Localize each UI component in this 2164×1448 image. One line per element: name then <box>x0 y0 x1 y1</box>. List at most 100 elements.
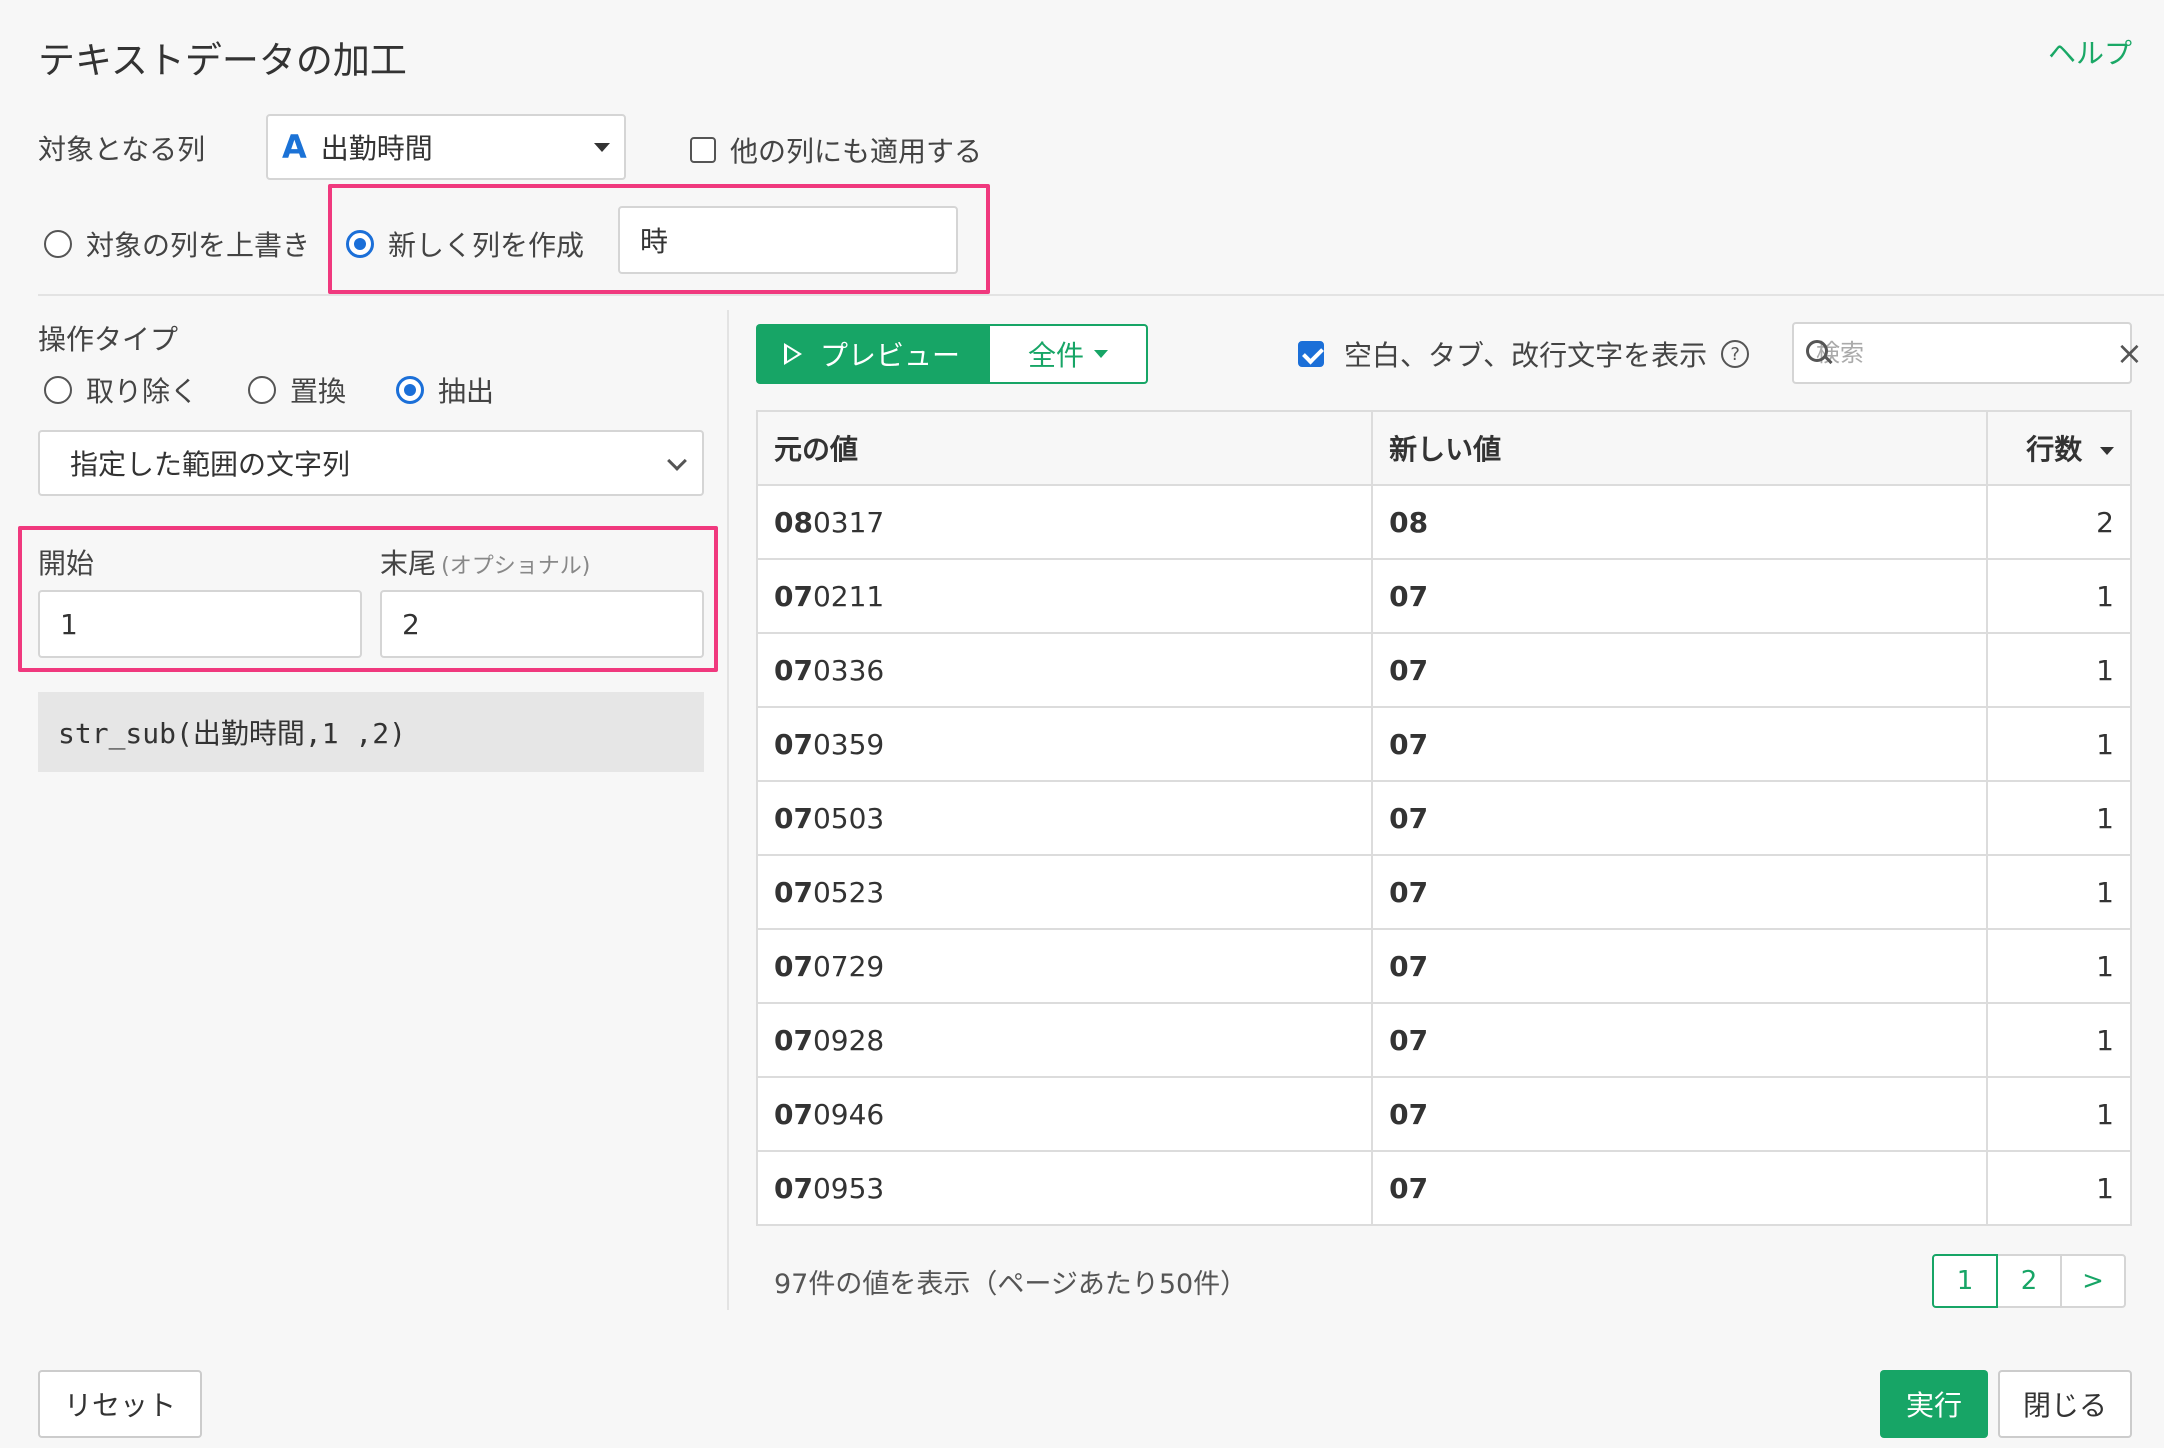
original-value-cell: 070211 <box>755 558 1374 634</box>
new-value-cell: 08 <box>1371 484 1989 560</box>
search-box: × <box>1792 322 2143 384</box>
clear-icon[interactable]: × <box>2116 337 2143 369</box>
page-button-1[interactable]: 1 <box>1932 1254 1998 1308</box>
table-row: 070503 07 1 <box>755 780 2132 856</box>
table-row: 070523 07 1 <box>755 854 2132 930</box>
caret-down-icon <box>1094 350 1108 358</box>
table-row: 080317 08 2 <box>755 484 2132 560</box>
original-value-matched: 07 <box>774 1171 813 1205</box>
operation-replace-label: 置換 <box>290 375 347 408</box>
operation-remove-label: 取り除く <box>86 375 199 408</box>
original-value-cell: 070729 <box>755 928 1374 1004</box>
count-cell: 1 <box>1986 1150 2132 1226</box>
operation-remove-radio[interactable] <box>44 376 72 404</box>
original-value-rest: 0729 <box>812 949 885 983</box>
original-value-matched: 07 <box>774 653 813 687</box>
extract-method-select[interactable]: 指定した範囲の文字列 <box>38 430 704 496</box>
count-cell: 1 <box>1986 632 2132 708</box>
original-value-rest: 0928 <box>812 1023 885 1057</box>
count-cell: 1 <box>1986 558 2132 634</box>
create-column-option[interactable]: 新しく列を作成 <box>346 224 584 264</box>
operation-remove[interactable]: 取り除く <box>44 370 198 410</box>
reset-button[interactable]: リセット <box>38 1370 202 1438</box>
operation-extract-label: 抽出 <box>438 375 495 408</box>
end-label: 末尾 <box>380 547 437 580</box>
formula-display: str_sub(出勤時間,1 ,2) <box>38 692 704 772</box>
new-value-cell: 07 <box>1371 928 1989 1004</box>
page-next-button[interactable]: > <box>2060 1254 2126 1308</box>
operation-type-group: 取り除く 置換 抽出 <box>44 370 494 410</box>
close-button[interactable]: 閉じる <box>1998 1370 2132 1438</box>
original-value-matched: 07 <box>774 579 813 613</box>
dialog-title: テキストデータの加工 <box>38 39 407 82</box>
preview-table: 元の値 新しい値 行数 080317 08 2 070211 07 1 070336 07 1 0… <box>755 410 2132 1226</box>
table-row: 070946 07 1 <box>755 1076 2132 1152</box>
divider-vertical <box>727 310 729 1310</box>
operation-replace[interactable]: 置換 <box>248 370 346 410</box>
question-icon[interactable]: ? <box>1721 340 1750 368</box>
run-button[interactable]: 実行 <box>1880 1370 1988 1438</box>
overwrite-label: 対象の列を上書き <box>86 229 311 262</box>
target-column-select[interactable]: A 出勤時間 <box>266 114 626 180</box>
original-value-matched: 07 <box>774 801 813 835</box>
target-column-label: 対象となる列 <box>38 133 206 166</box>
show-whitespace-label: 空白、タブ、改行文字を表示 <box>1344 339 1708 372</box>
scope-dropdown-button[interactable]: 全件 <box>988 324 1148 384</box>
preview-button-label: プレビュー <box>819 339 960 372</box>
operation-extract-radio[interactable] <box>396 376 425 404</box>
new-value-cell: 07 <box>1371 1076 1989 1152</box>
overwrite-option[interactable]: 対象の列を上書き <box>44 224 310 264</box>
overwrite-radio[interactable] <box>44 230 72 258</box>
preview-button[interactable]: プレビュー <box>756 324 988 384</box>
apply-other-checkbox[interactable] <box>690 137 716 163</box>
table-row: 070359 07 1 <box>755 706 2132 782</box>
count-cell: 1 <box>1986 780 2132 856</box>
help-link[interactable]: ヘルプ <box>2048 32 2132 72</box>
operation-extract[interactable]: 抽出 <box>396 370 494 410</box>
original-value-rest: 0359 <box>812 727 885 761</box>
table-row: 070211 07 1 <box>755 558 2132 634</box>
column-header-new: 新しい値 <box>1371 410 1989 486</box>
page-button-2[interactable]: 2 <box>1996 1254 2062 1308</box>
table-row: 070336 07 1 <box>755 632 2132 708</box>
original-value-rest: 0523 <box>812 875 885 909</box>
start-label: 開始 <box>38 547 95 580</box>
apply-other-columns[interactable]: 他の列にも適用する <box>690 130 982 170</box>
count-cell: 1 <box>1986 854 2132 930</box>
original-value-matched: 07 <box>774 875 813 909</box>
show-whitespace-checkbox[interactable] <box>1298 341 1324 367</box>
operation-type-label: 操作タイプ <box>38 323 179 356</box>
end-input[interactable]: 2 <box>380 590 704 658</box>
create-column-radio[interactable] <box>346 230 374 258</box>
new-value-cell: 07 <box>1371 706 1989 782</box>
new-value-cell: 07 <box>1371 1002 1989 1078</box>
target-column-value: 出勤時間 <box>320 132 433 165</box>
count-cell: 1 <box>1986 1076 2132 1152</box>
count-cell: 1 <box>1986 1002 2132 1078</box>
original-value-cell: 080317 <box>755 484 1374 560</box>
start-input[interactable]: 1 <box>38 590 362 658</box>
show-whitespace-option[interactable]: 空白、タブ、改行文字を表示 ? <box>1298 334 1750 374</box>
original-value-matched: 07 <box>774 1097 813 1131</box>
original-value-matched: 07 <box>774 727 813 761</box>
operation-replace-radio[interactable] <box>248 376 277 404</box>
new-value-cell: 07 <box>1371 558 1989 634</box>
scope-button-label: 全件 <box>1027 339 1084 372</box>
create-column-label: 新しく列を作成 <box>388 229 585 262</box>
column-header-count[interactable]: 行数 <box>1986 410 2132 486</box>
new-value-cell: 07 <box>1371 1150 1989 1226</box>
end-optional-hint: (オプショナル) <box>441 554 591 579</box>
new-column-name-input[interactable]: 時 <box>618 206 958 274</box>
table-row: 070928 07 1 <box>755 1002 2132 1078</box>
table-row: 070953 07 1 <box>755 1150 2132 1226</box>
original-value-cell: 070523 <box>755 854 1374 930</box>
apply-other-label: 他の列にも適用する <box>730 135 983 168</box>
count-cell: 1 <box>1986 928 2132 1004</box>
new-value-cell: 07 <box>1371 632 1989 708</box>
count-cell: 1 <box>1986 706 2132 782</box>
text-type-icon: A <box>282 128 307 166</box>
original-value-rest: 0336 <box>812 653 885 687</box>
end-label-group: 末尾 (オプショナル) <box>380 542 590 582</box>
search-input[interactable] <box>1816 339 2116 367</box>
pagination: 1 2 > <box>1932 1254 2126 1308</box>
